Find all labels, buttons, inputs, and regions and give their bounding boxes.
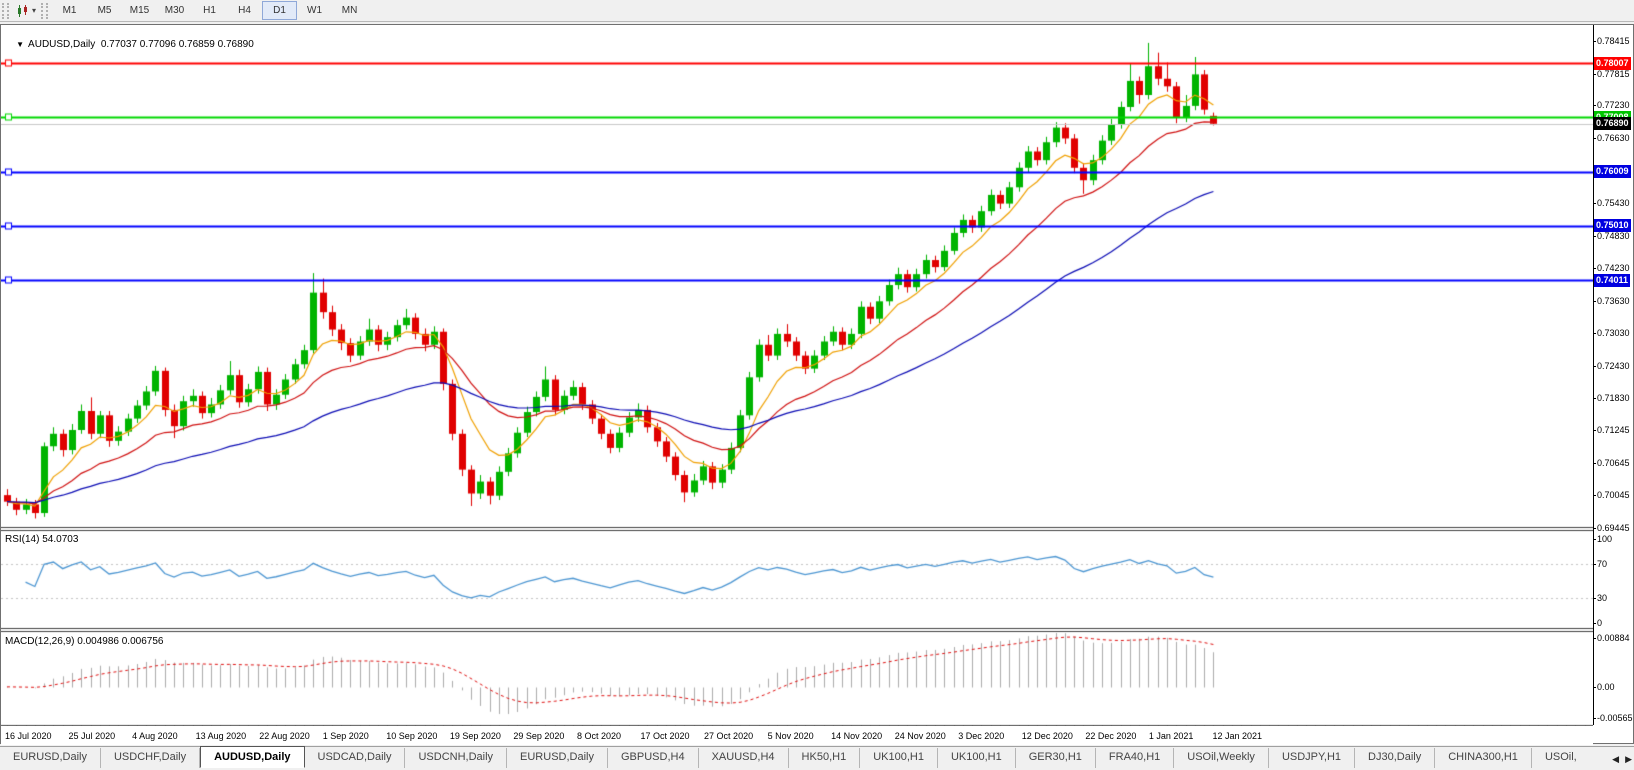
chart-tab-dj30-daily[interactable]: DJ30,Daily	[1355, 748, 1435, 768]
chart-tab-usoil-[interactable]: USOil,	[1532, 748, 1590, 768]
time-scale[interactable]: 16 Jul 2020 25 Jul 2020 4 Aug 2020 13 Aug 2…	[1, 726, 1593, 744]
timeframe-toolbar: ▾ M1M5M15M30H1H4D1W1MN	[0, 0, 1634, 22]
timeframe-button-h4[interactable]: H4	[227, 1, 262, 20]
chart-tab-usoil-weekly[interactable]: USOil,Weekly	[1174, 748, 1269, 768]
price-axis-tick: 0.75430	[1597, 198, 1630, 208]
price-scale[interactable]: 0.784150.778150.772300.766300.760300.754…	[1593, 25, 1633, 725]
chart-tab-ger30-h1[interactable]: GER30,H1	[1016, 748, 1096, 768]
rsi-axis-tick: 100	[1597, 534, 1612, 544]
date-axis-label: 29 Sep 2020	[513, 731, 564, 741]
chart-tab-gbpusd-h4[interactable]: GBPUSD,H4	[608, 748, 699, 768]
timeframe-button-m5[interactable]: M5	[87, 1, 122, 20]
price-axis-tick: 0.71830	[1597, 393, 1630, 403]
price-axis-tick: 0.73630	[1597, 296, 1630, 306]
rsi-axis-tick: 70	[1597, 559, 1607, 569]
chart-tab-audusd-daily[interactable]: AUDUSD,Daily	[200, 746, 304, 768]
macd-indicator-label: MACD(12,26,9) 0.004986 0.006756	[5, 636, 163, 647]
tab-scroll-left-icon[interactable]: ◀	[1612, 754, 1619, 765]
symbol-label: AUDUSD,Daily	[28, 39, 95, 50]
timeframe-button-w1[interactable]: W1	[297, 1, 332, 20]
chart-title: ▼ AUDUSD,Daily 0.77037 0.77096 0.76859 0.…	[5, 28, 254, 61]
date-axis-label: 13 Aug 2020	[196, 731, 247, 741]
price-axis-tick: 0.77815	[1597, 69, 1630, 79]
close-value: 0.76890	[218, 39, 254, 50]
date-axis-label: 16 Jul 2020	[5, 731, 52, 741]
chart-tab-usdchf-daily[interactable]: USDCHF,Daily	[101, 748, 200, 768]
price-axis-tick: 0.70645	[1597, 458, 1630, 468]
date-axis-label: 22 Dec 2020	[1085, 731, 1136, 741]
price-axis-tick: 0.72430	[1597, 361, 1630, 371]
timeframe-button-d1[interactable]: D1	[262, 1, 297, 20]
date-axis-label: 17 Oct 2020	[641, 731, 690, 741]
price-axis-tick: 0.71245	[1597, 425, 1630, 435]
date-axis-label: 27 Oct 2020	[704, 731, 753, 741]
timeframe-button-m30[interactable]: M30	[157, 1, 192, 20]
price-level-badge: 0.75010	[1594, 219, 1631, 232]
chart-tab-usdcnh-daily[interactable]: USDCNH,Daily	[405, 748, 507, 768]
timeframe-buttons: M1M5M15M30H1H4D1W1MN	[52, 1, 367, 20]
high-value: 0.77096	[140, 39, 176, 50]
date-axis-label: 14 Nov 2020	[831, 731, 882, 741]
toolbar-grip[interactable]	[41, 3, 48, 19]
chart-tab-usdcad-daily[interactable]: USDCAD,Daily	[305, 748, 406, 768]
price-axis-tick: 0.78415	[1597, 36, 1630, 46]
date-axis-label: 22 Aug 2020	[259, 731, 310, 741]
chart-tab-china300-h1[interactable]: CHINA300,H1	[1435, 748, 1532, 768]
date-axis-label: 12 Dec 2020	[1022, 731, 1073, 741]
price-level-badge: 0.76890	[1594, 117, 1631, 130]
chart-tab-usdjpy-h1[interactable]: USDJPY,H1	[1269, 748, 1355, 768]
chart-tab-uk100-h1[interactable]: UK100,H1	[860, 748, 938, 768]
date-axis-label: 24 Nov 2020	[895, 731, 946, 741]
timeframe-button-h1[interactable]: H1	[192, 1, 227, 20]
chart-type-button[interactable]: ▾	[13, 1, 39, 21]
timeframe-button-m1[interactable]: M1	[52, 1, 87, 20]
date-axis-label: 25 Jul 2020	[69, 731, 116, 741]
chart-tab-bar: EURUSD,DailyUSDCHF,DailyAUDUSD,DailyUSDC…	[0, 746, 1634, 768]
chart-window: ▼ AUDUSD,Daily 0.77037 0.77096 0.76859 0.…	[0, 24, 1634, 744]
open-value: 0.77037	[101, 39, 137, 50]
price-axis-tick: 0.77230	[1597, 100, 1630, 110]
date-axis-label: 1 Jan 2021	[1149, 731, 1194, 741]
timeframe-button-m15[interactable]: M15	[122, 1, 157, 20]
date-axis-label: 5 Nov 2020	[768, 731, 814, 741]
rsi-indicator-label: RSI(14) 54.0703	[5, 534, 78, 545]
chart-tab-fra40-h1[interactable]: FRA40,H1	[1096, 748, 1174, 768]
date-axis-label: 19 Sep 2020	[450, 731, 501, 741]
date-axis-label: 1 Sep 2020	[323, 731, 369, 741]
price-axis-tick: 0.69445	[1597, 523, 1630, 533]
price-axis-tick: 0.74230	[1597, 263, 1630, 273]
date-axis-label: 8 Oct 2020	[577, 731, 621, 741]
chart-tab-xauusd-h4[interactable]: XAUUSD,H4	[699, 748, 789, 768]
chevron-down-icon: ▾	[32, 6, 36, 15]
macd-axis-tick: -0.00565	[1597, 713, 1633, 723]
price-axis-tick: 0.70045	[1597, 490, 1630, 500]
date-axis-label: 3 Dec 2020	[958, 731, 1004, 741]
rsi-axis-tick: 30	[1597, 593, 1607, 603]
date-axis-label: 12 Jan 2021	[1212, 731, 1262, 741]
rsi-axis-tick: 0	[1597, 618, 1602, 628]
price-axis-tick: 0.73030	[1597, 328, 1630, 338]
collapse-triangle-icon[interactable]: ▼	[16, 40, 24, 49]
price-level-badge: 0.76009	[1594, 165, 1631, 178]
macd-axis-tick: 0.00	[1597, 682, 1615, 692]
price-level-badge: 0.74011	[1594, 274, 1630, 287]
tab-scroll-right-icon[interactable]: ▶	[1625, 754, 1632, 765]
price-axis-tick: 0.76630	[1597, 133, 1630, 143]
chart-tab-uk100-h1[interactable]: UK100,H1	[938, 748, 1016, 768]
low-value: 0.76859	[179, 39, 215, 50]
chart-tab-eurusd-daily[interactable]: EURUSD,Daily	[507, 748, 608, 768]
macd-axis-tick: 0.00884	[1597, 633, 1630, 643]
date-axis-label: 4 Aug 2020	[132, 731, 178, 741]
chart-tab-eurusd-daily[interactable]: EURUSD,Daily	[0, 748, 101, 768]
candlestick-chart-icon	[16, 4, 30, 18]
timeframe-button-mn[interactable]: MN	[332, 1, 367, 20]
price-level-badge: 0.78007	[1594, 57, 1631, 70]
toolbar-grip[interactable]	[2, 3, 9, 19]
chart-tab-hk50-h1[interactable]: HK50,H1	[789, 748, 861, 768]
date-axis-label: 10 Sep 2020	[386, 731, 437, 741]
price-chart-canvas[interactable]	[1, 25, 1593, 745]
